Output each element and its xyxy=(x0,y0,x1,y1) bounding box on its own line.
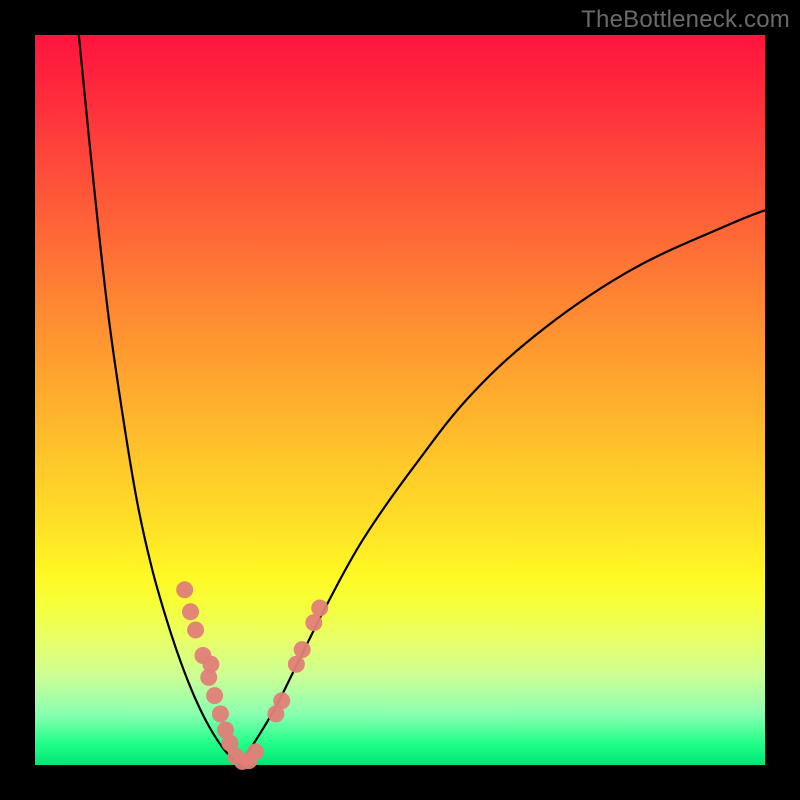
chart-frame: TheBottleneck.com xyxy=(0,0,800,800)
right-curve xyxy=(239,210,765,765)
scatter-dot xyxy=(294,641,311,658)
chart-svg xyxy=(35,35,765,765)
scatter-dot xyxy=(212,705,229,722)
scatter-dot xyxy=(187,621,204,638)
scatter-dot xyxy=(176,581,193,598)
scatter-dot xyxy=(311,600,328,617)
scatter-dot xyxy=(202,656,219,673)
plot-area xyxy=(35,35,765,765)
curve-group xyxy=(79,35,765,765)
scatter-dots xyxy=(176,581,328,770)
scatter-dot xyxy=(206,687,223,704)
scatter-dot xyxy=(305,614,322,631)
scatter-dot xyxy=(182,603,199,620)
watermark-text: TheBottleneck.com xyxy=(581,6,790,34)
scatter-dot xyxy=(247,743,264,760)
scatter-dot xyxy=(288,656,305,673)
left-curve xyxy=(79,35,240,765)
scatter-dot xyxy=(273,692,290,709)
